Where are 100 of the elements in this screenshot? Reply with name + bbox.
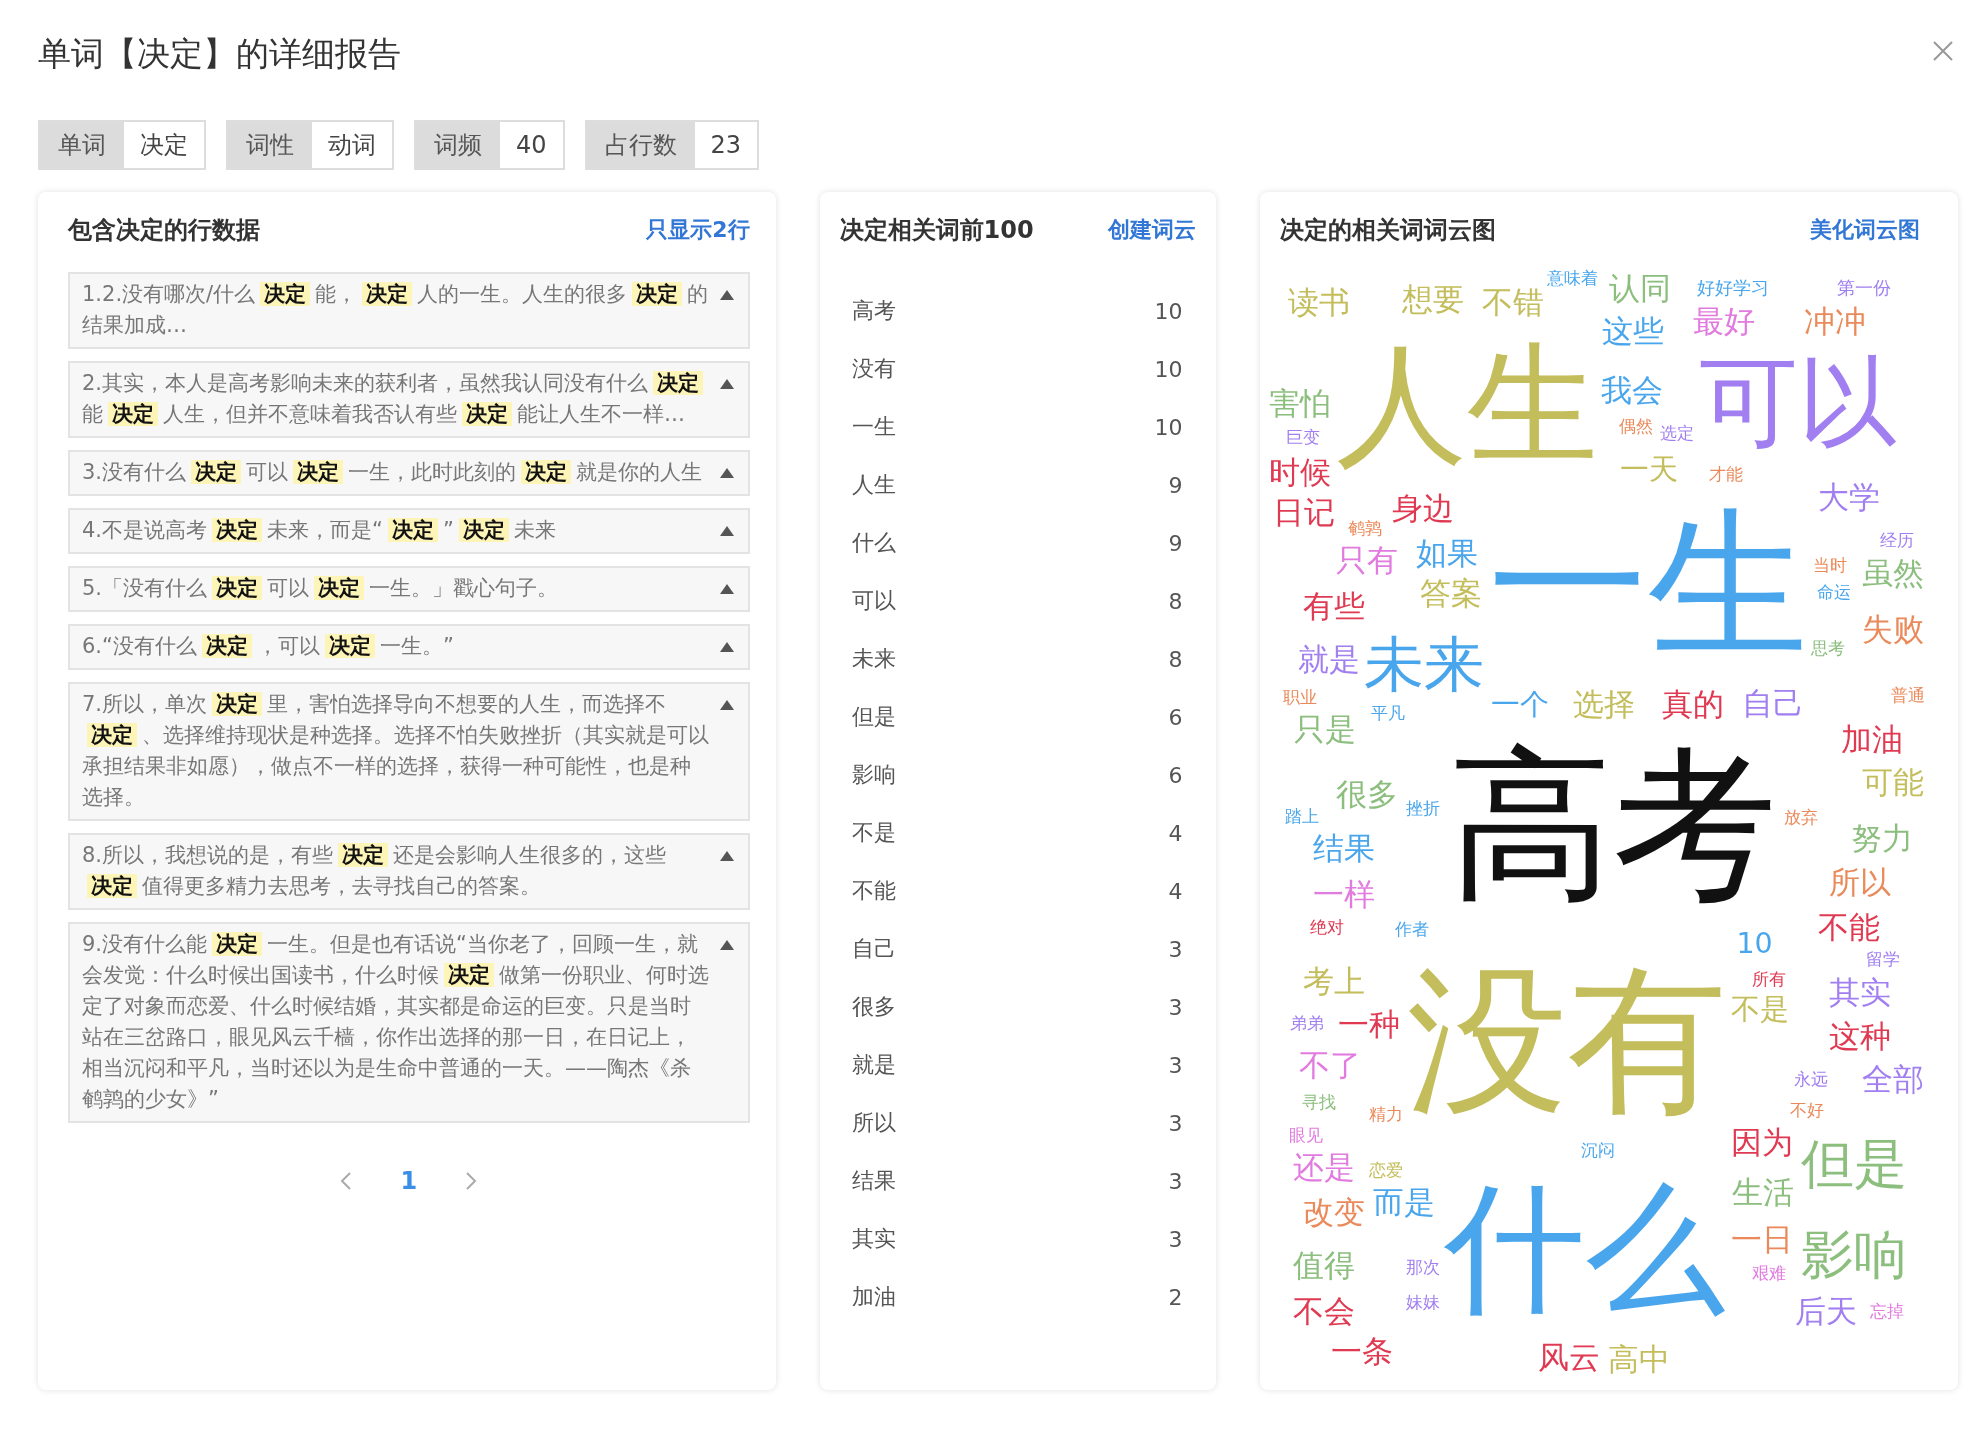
line-text: 6.“没有什么决定，可以决定一生。” (82, 633, 455, 660)
cloud-word: 就是 (1298, 641, 1361, 678)
cloud-word: 当时 (1813, 555, 1848, 576)
cloud-word: 但是 (1801, 1132, 1908, 1196)
cloud-word: 考上 (1303, 963, 1366, 1000)
cloud-word: 时候 (1269, 454, 1332, 491)
word-count: 3 (1168, 936, 1183, 962)
line-text: 1.2.没有哪次/什么决定能，决定人的一生。人生的很多决定的结果加成… (82, 281, 710, 339)
panel-title: 包含决定的行数据 (68, 215, 260, 246)
word-label: 不是 (851, 819, 896, 847)
cloud-word: 才能 (1709, 464, 1744, 485)
cloud-word: 鹌鹑 (1348, 518, 1383, 539)
cloud-word: 平凡 (1371, 703, 1406, 724)
word-count: 10 (1154, 298, 1183, 324)
collapse-icon[interactable] (719, 851, 734, 861)
cloud-word: 日记 (1273, 494, 1336, 531)
word-label: 结果 (851, 1167, 896, 1195)
cloud-word: 未来 (1364, 628, 1485, 701)
tag-label: 占行数 (586, 122, 695, 168)
collapse-icon[interactable] (719, 700, 734, 710)
cloud-word: 一天 (1620, 453, 1679, 488)
word-label: 所以 (851, 1109, 896, 1137)
cloud-word: 结果 (1313, 830, 1376, 867)
cloud-word: 最好 (1693, 303, 1756, 340)
cloud-word: 什么 (1444, 1165, 1727, 1332)
cloud-word: 一个 (1491, 688, 1550, 723)
word-count: 8 (1168, 646, 1183, 672)
cloud-word: 不了 (1299, 1047, 1362, 1084)
cloud-word: 有些 (1303, 588, 1366, 625)
cloud-word: 绝对 (1310, 917, 1345, 938)
cloud-word: 弟弟 (1290, 1013, 1325, 1034)
cloud-word: 可以 (1699, 344, 1898, 461)
cloud-word: 还是 (1293, 1149, 1356, 1186)
cloud-word: 想要 (1402, 281, 1465, 318)
word-count: 3 (1168, 1110, 1183, 1136)
cloud-word: 一种 (1338, 1006, 1401, 1043)
cloud-word: 我会 (1601, 372, 1664, 409)
cloud-word: 读书 (1288, 284, 1351, 321)
collapse-icon[interactable] (719, 642, 734, 652)
cloud-word: 所有 (1752, 969, 1787, 990)
cloud-word: 一样 (1313, 876, 1376, 913)
cloud-word: 风云 (1538, 1339, 1601, 1376)
cloud-word: 沉闷 (1581, 1140, 1616, 1161)
word-count: 6 (1168, 704, 1183, 730)
word-count: 10 (1154, 356, 1183, 382)
word-count: 3 (1168, 1168, 1183, 1194)
cloud-word: 只是 (1294, 711, 1357, 748)
cloud-word: 努力 (1851, 820, 1914, 857)
word-count: 6 (1168, 762, 1183, 788)
cloud-word: 所以 (1829, 864, 1892, 901)
line-text: 5.「没有什么决定可以决定一生。」戳心句子。 (82, 575, 560, 602)
word-label: 很多 (851, 993, 896, 1021)
collapse-icon[interactable] (719, 379, 734, 389)
cloud-word: 一条 (1331, 1333, 1394, 1370)
cloud-word: 那次 (1406, 1257, 1441, 1278)
word-count: 2 (1168, 1284, 1183, 1310)
cloud-word: 没有 (1407, 947, 1728, 1136)
word-label: 影响 (851, 761, 896, 789)
cloud-word: 一日 (1731, 1221, 1794, 1258)
word-count: 10 (1154, 414, 1183, 440)
cloud-word: 不是 (1731, 993, 1790, 1028)
cloud-word: 其实 (1829, 974, 1892, 1011)
cloud-word: 不会 (1293, 1293, 1356, 1330)
cloud-word: 生活 (1732, 1174, 1795, 1211)
collapse-icon[interactable] (719, 526, 734, 536)
cloud-word: 影响 (1801, 1223, 1908, 1287)
panel-link[interactable]: 只显示2行 (646, 215, 750, 245)
cloud-word: 改变 (1303, 1194, 1366, 1231)
collapse-icon[interactable] (719, 584, 734, 594)
cloud-word: 巨变 (1286, 427, 1321, 448)
cloud-word: 踏上 (1285, 806, 1320, 827)
cloud-word: 这种 (1829, 1018, 1892, 1055)
cloud-word: 选择 (1573, 686, 1636, 723)
collapse-icon[interactable] (719, 468, 734, 478)
cloud-word: 意味着 (1547, 268, 1599, 289)
panel-link[interactable]: 创建词云 (1108, 215, 1197, 245)
line-text: 2.其实，本人是高考影响未来的获利者，虽然我认同没有什么决定能决定人生，但并不意味着我否认有些决定能让人生不一样… (82, 368, 710, 430)
word-label: 人生 (851, 471, 896, 499)
line-text: 8.所以，我想说的是，有些决定还是会影响人生很多的，这些决定值得更多精力去思考，去寻找自己的答案。 (82, 842, 668, 900)
panel-link[interactable]: 美化词云图 (1810, 215, 1920, 245)
cloud-word: 这些 (1602, 313, 1665, 350)
word-count: 4 (1168, 820, 1183, 846)
word-label: 就是 (851, 1051, 896, 1079)
cloud-word: 命运 (1817, 582, 1852, 603)
cloud-word: 值得 (1293, 1247, 1356, 1284)
close-icon[interactable] (1932, 40, 1954, 62)
word-label: 自己 (851, 935, 896, 963)
cloud-word: 第一份 (1837, 277, 1892, 299)
cloud-word: 冲冲 (1804, 303, 1867, 340)
collapse-icon[interactable] (719, 290, 734, 300)
cloud-word: 挫折 (1406, 798, 1441, 819)
panel-title: 决定的相关词词云图 (1280, 215, 1497, 246)
tag-label: 单词 (40, 122, 124, 168)
cloud-word: 普通 (1891, 685, 1926, 706)
collapse-icon[interactable] (719, 940, 734, 950)
word-label: 其实 (851, 1225, 896, 1253)
page-number[interactable]: 1 (400, 1167, 418, 1195)
line-text: 4.不是说高考决定未来，而是“决定”决定未来 (82, 517, 557, 544)
cloud-word: 选定 (1660, 423, 1695, 444)
cloud-word: 全部 (1862, 1061, 1925, 1098)
